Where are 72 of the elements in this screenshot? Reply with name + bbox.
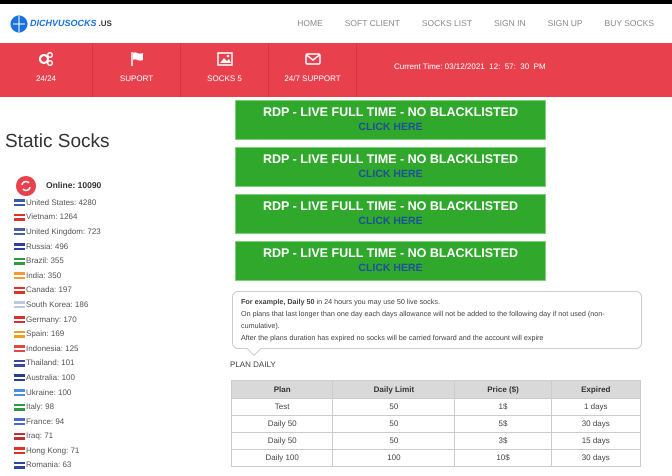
feature-label[interactable]: SUPORT — [120, 73, 154, 85]
click-here-link[interactable]: CLICK HERE — [358, 214, 423, 228]
feature-label[interactable]: 24/7 SUPPORT — [284, 73, 341, 85]
column-header: Price ($) — [454, 380, 552, 398]
country-count: Hong Kong: 71 — [26, 444, 80, 457]
rdp-banner[interactable]: RDP - LIVE FULL TIME - NO BLACKLISTED CLICK HERE — [235, 100, 546, 140]
nav-link[interactable]: SOCKS LIST — [422, 17, 472, 30]
country-count: Spain: 169 — [26, 328, 64, 340]
country-count: France: 94 — [26, 416, 64, 428]
country-count: Canada: 197 — [26, 284, 72, 296]
banner-title: RDP - LIVE FULL TIME - NO BLACKLISTED — [262, 151, 518, 167]
country-count: Romania: 63 — [26, 459, 72, 472]
image-icon[interactable] — [216, 51, 232, 67]
table-cell: 100 — [332, 450, 455, 466]
rdp-banner[interactable]: RDP - LIVE FULL TIME - NO BLACKLISTED CLICK HERE — [235, 241, 546, 281]
table-cell: 30 days — [551, 416, 640, 432]
table-cell: 10$ — [454, 450, 552, 466]
click-here-link[interactable]: CLICK HERE — [358, 167, 423, 181]
country-count: United States: 4280 — [26, 196, 96, 209]
country-count: Brazil: 355 — [26, 255, 64, 268]
table-cell: Daily 50 — [232, 416, 333, 432]
table-cell: 1$ — [454, 398, 552, 416]
table-cell: 1 days — [551, 398, 640, 416]
nav-link[interactable]: SIGN IN — [494, 17, 526, 30]
current-time: Current Time: 03/12/2021 12: 57: 30 PM — [394, 62, 546, 71]
country-count: Indonesia: 125 — [26, 342, 78, 355]
globe-icon — [10, 14, 28, 32]
country-count: Thailand: 101 — [26, 357, 74, 370]
table-cell: 15 days — [551, 432, 640, 450]
logo[interactable]: DICHVUSOCKS .US — [10, 14, 112, 32]
country-count: Italy: 98 — [26, 401, 54, 414]
table-cell: Daily 50 — [232, 432, 333, 450]
sidebar-title: Static Socks — [5, 130, 111, 154]
nav-link[interactable]: HOME — [297, 17, 323, 30]
rdp-banner[interactable]: RDP - LIVE FULL TIME - NO BLACKLISTED CLICK HERE — [235, 147, 546, 187]
plan-title: PLAN DAILY — [230, 359, 277, 371]
country-count: Iraq: 71 — [26, 430, 54, 442]
country-count: South Korea: 186 — [26, 298, 88, 311]
mail-icon[interactable] — [304, 51, 320, 67]
country-count: Germany: 170 — [26, 314, 77, 326]
table-cell: 3$ — [454, 432, 552, 450]
country-count: Australia: 100 — [26, 372, 75, 384]
table-cell: 5$ — [454, 416, 552, 432]
flag-icon[interactable] — [128, 51, 144, 67]
rdp-banner[interactable]: RDP - LIVE FULL TIME - NO BLACKLISTED CLICK HERE — [235, 194, 546, 234]
refresh-icon[interactable] — [16, 176, 36, 196]
gears-icon[interactable] — [38, 51, 54, 67]
table-cell: 50 — [332, 432, 455, 450]
table-cell: 30 days — [551, 450, 640, 466]
feature-label[interactable]: SOCKS 5 — [207, 73, 242, 85]
click-here-link[interactable]: CLICK HERE — [358, 261, 423, 275]
banner-title: RDP - LIVE FULL TIME - NO BLACKLISTED — [262, 198, 518, 214]
column-header: Expired — [551, 380, 640, 398]
country-count: Ukraine: 100 — [26, 386, 72, 399]
nav-link[interactable]: SIGN UP — [548, 17, 583, 30]
country-count: India: 350 — [26, 270, 62, 282]
table-cell: 50 — [332, 398, 455, 416]
click-here-link[interactable]: CLICK HERE — [358, 120, 423, 134]
column-header: Plan — [232, 380, 333, 398]
nav-link[interactable]: SOFT CLIENT — [344, 17, 400, 30]
online-count: Online: 10090 — [46, 179, 102, 192]
country-count: United Kingdom: 723 — [26, 226, 101, 238]
nav-link[interactable]: BUY SOCKS — [604, 17, 654, 30]
column-header: Daily Limit — [332, 380, 455, 398]
country-count: Vietnam: 1264 — [26, 211, 78, 224]
table-cell: Test — [232, 398, 333, 416]
country-count: Russia: 496 — [26, 240, 68, 253]
feature-label[interactable]: 24/24 — [36, 73, 56, 85]
table-cell: 50 — [332, 416, 455, 432]
banner-title: RDP - LIVE FULL TIME - NO BLACKLISTED — [262, 104, 518, 120]
banner-title: RDP - LIVE FULL TIME - NO BLACKLISTED — [262, 245, 518, 261]
table-cell: Daily 100 — [232, 450, 333, 466]
